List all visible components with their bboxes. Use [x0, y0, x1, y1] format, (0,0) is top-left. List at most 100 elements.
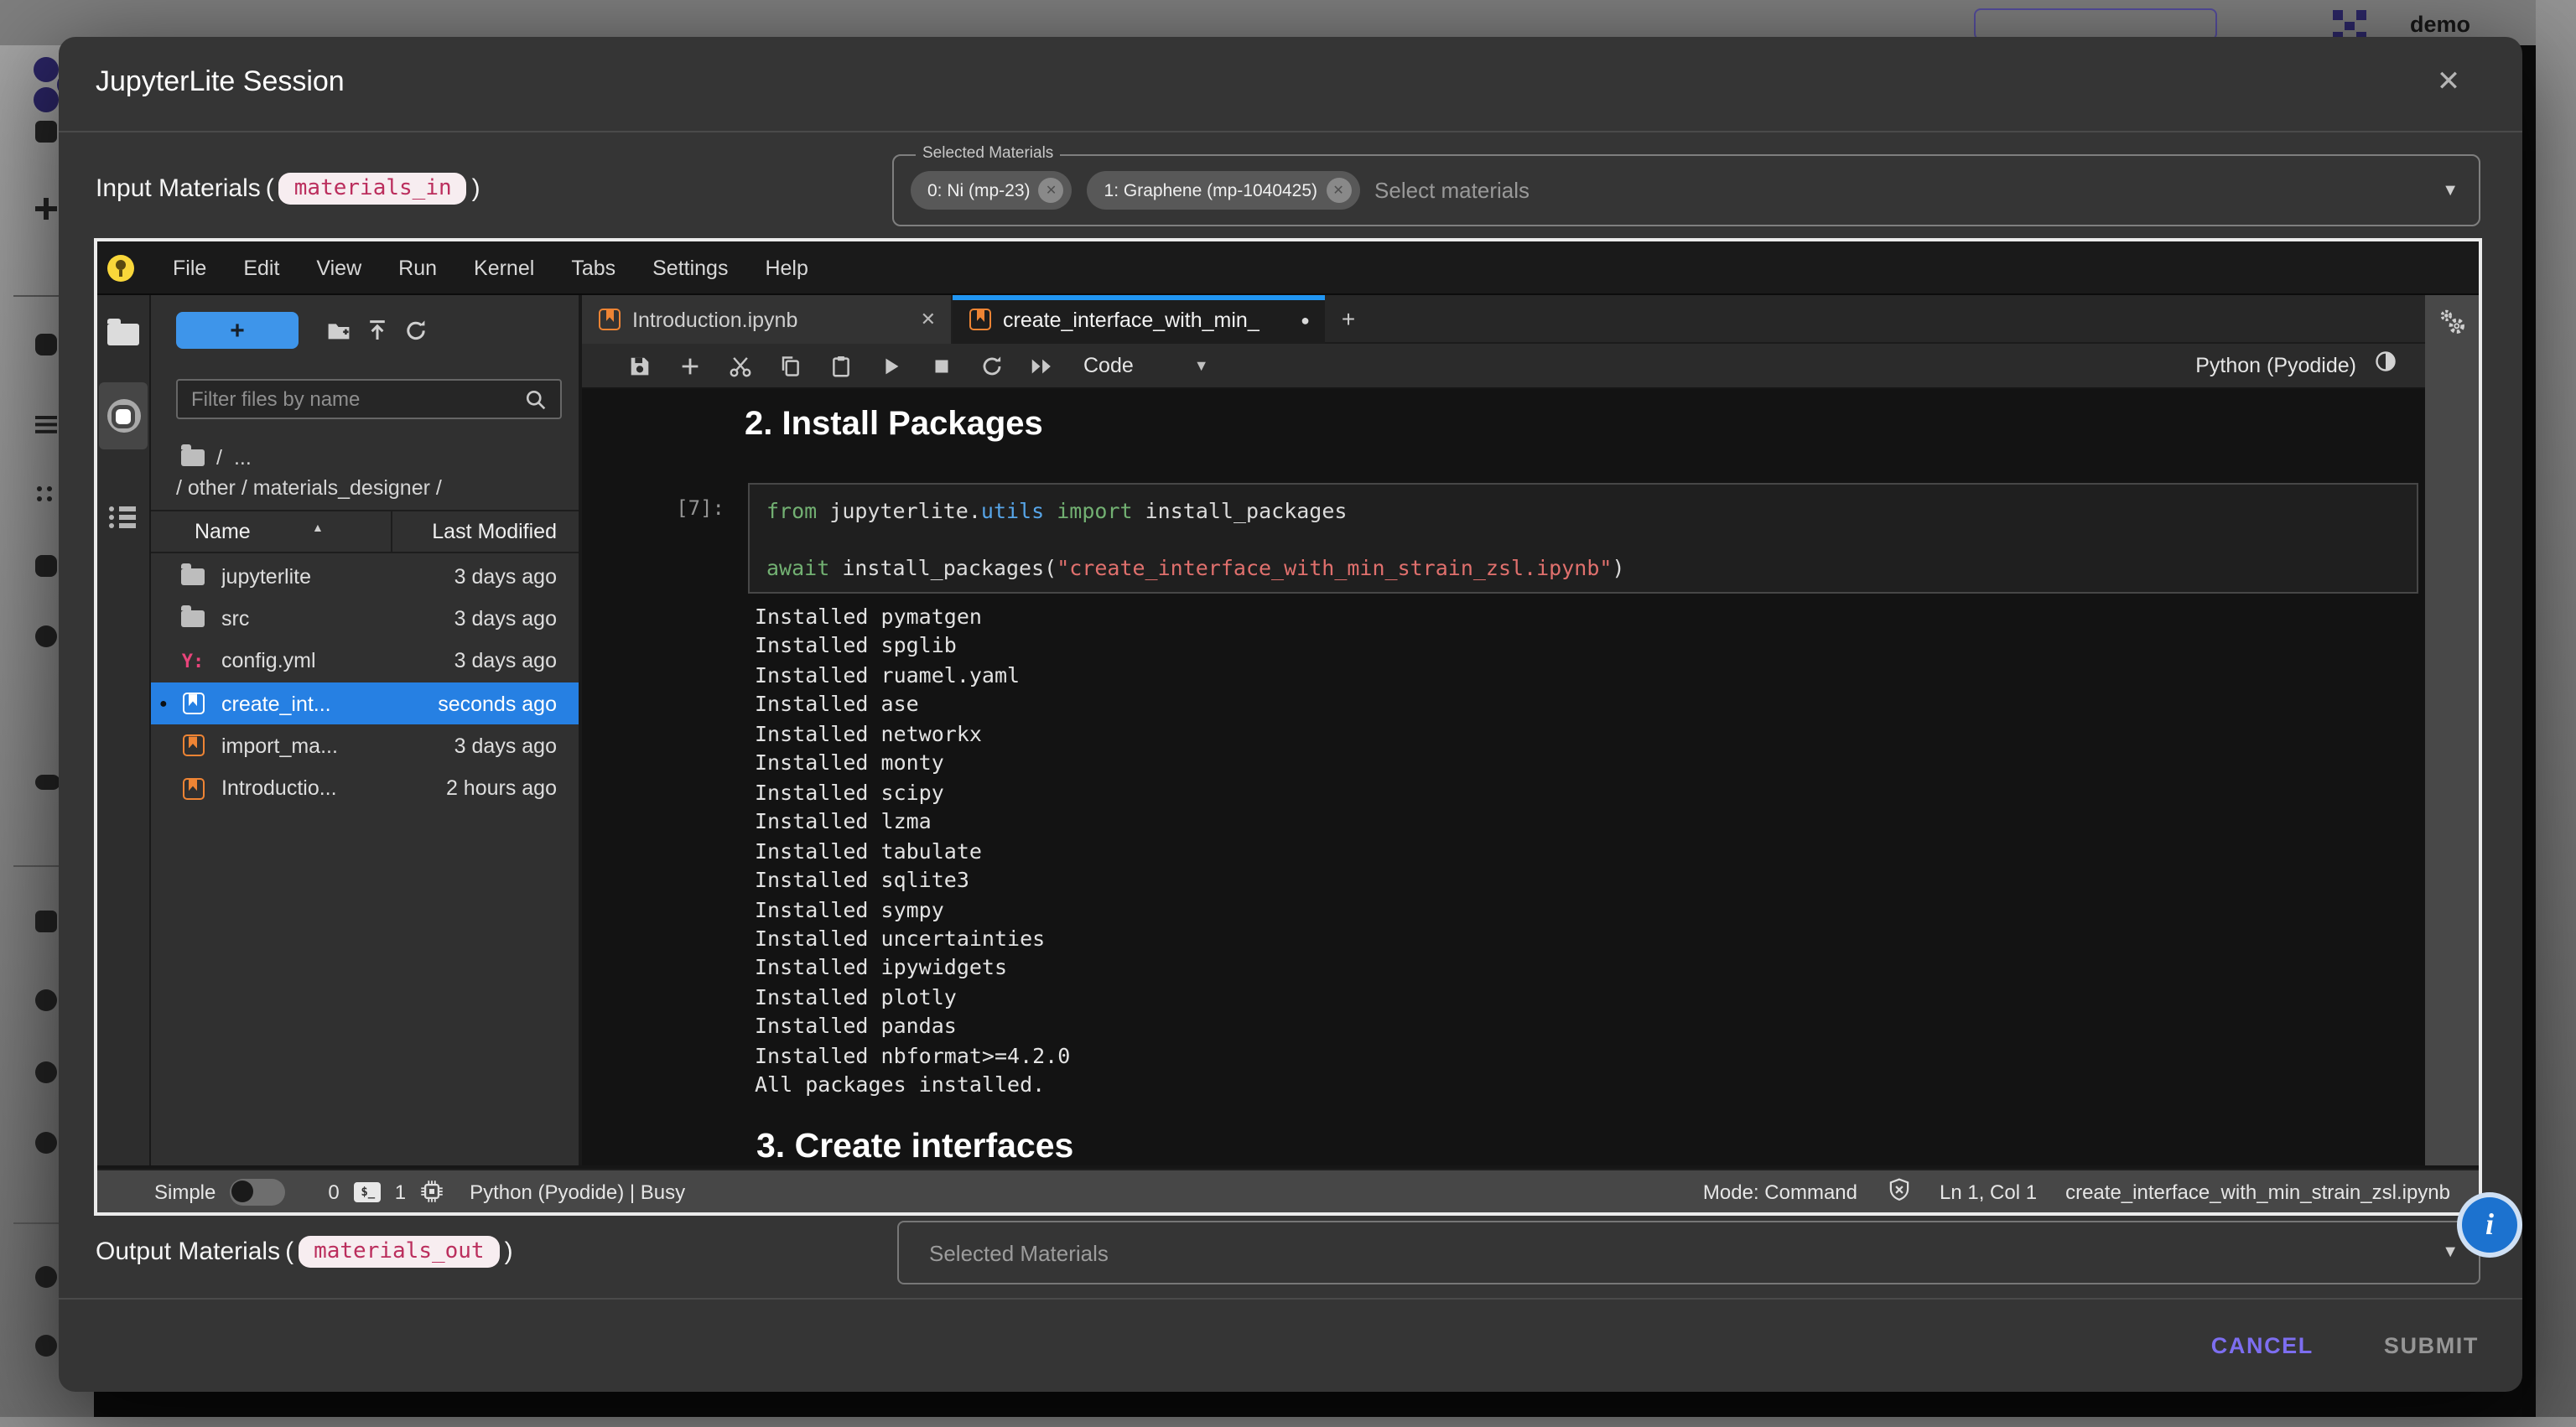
- insert-cell-icon[interactable]: [664, 344, 714, 387]
- output-materials-select[interactable]: Selected Materials ▼: [897, 1221, 2480, 1284]
- simple-mode-toggle[interactable]: [229, 1178, 284, 1205]
- file-browser-tab-icon[interactable]: [107, 324, 139, 345]
- file-row[interactable]: jupyterlite 3 days ago: [151, 555, 579, 598]
- input-materials-label: Input Materials: [96, 174, 261, 202]
- restart-run-all-icon[interactable]: [1016, 344, 1067, 387]
- code-cell[interactable]: from jupyterlite.utils import install_pa…: [748, 483, 2418, 594]
- column-last-modified[interactable]: Last Modified: [432, 520, 557, 543]
- chevron-down-icon[interactable]: ▼: [2442, 181, 2459, 200]
- running-kernels-tab[interactable]: [99, 382, 148, 449]
- notebook-content[interactable]: 2. Install Packages [7]: from jupyterlit…: [582, 389, 2425, 1165]
- property-inspector-rail: [2425, 295, 2479, 1165]
- chevron-down-icon[interactable]: ▼: [1194, 357, 1209, 374]
- cut-cells-icon[interactable]: [714, 344, 765, 387]
- sidebar-create-icon: [35, 198, 57, 220]
- selected-materials-input[interactable]: Selected Materials 0: Ni (mp-23) ✕ 1: Gr…: [892, 154, 2480, 226]
- sidebar-web-icon: [35, 1132, 57, 1154]
- tab-introduction[interactable]: Introduction.ipynb ✕: [582, 295, 953, 344]
- kernel-busy-icon: [2373, 349, 2398, 382]
- sort-asc-icon: ▲: [312, 523, 324, 535]
- sidebar-support-icon: [35, 1335, 57, 1357]
- menu-file[interactable]: File: [154, 256, 225, 279]
- yaml-file-icon: Y:: [182, 650, 205, 672]
- kernel-name[interactable]: Python (Pyodide): [2195, 354, 2356, 377]
- breadcrumb-path[interactable]: / other / materials_designer /: [176, 476, 442, 500]
- cancel-button[interactable]: CANCEL: [2211, 1332, 2314, 1357]
- gears-icon[interactable]: [2435, 305, 2470, 340]
- upload-icon[interactable]: [364, 317, 391, 344]
- section-heading: 3. Create interfaces: [756, 1127, 1073, 1165]
- run-cell-icon[interactable]: [865, 344, 916, 387]
- stop-kernel-icon[interactable]: [916, 344, 966, 387]
- output-select-placeholder: Selected Materials: [929, 1240, 1109, 1265]
- new-launcher-button[interactable]: +: [176, 312, 299, 349]
- code-cell-source: from jupyterlite.utils import install_pa…: [750, 485, 2417, 594]
- chevron-down-icon: ▼: [2442, 1243, 2459, 1262]
- file-list-header: Name ▲ Last Modified: [151, 510, 579, 553]
- submit-button[interactable]: SUBMIT: [2384, 1332, 2479, 1357]
- dialog-title: JupyterLite Session: [96, 65, 345, 99]
- kernels-count[interactable]: 1: [395, 1180, 406, 1203]
- menu-settings[interactable]: Settings: [634, 256, 746, 279]
- info-button[interactable]: i: [2462, 1197, 2517, 1253]
- jupyterlite-logo-icon: [107, 254, 134, 281]
- notebook-mode[interactable]: Mode: Command: [1703, 1180, 1857, 1203]
- filter-files-input[interactable]: [176, 379, 562, 419]
- chip-delete-icon[interactable]: ✕: [1326, 178, 1351, 203]
- new-tab-button[interactable]: +: [1325, 295, 1372, 344]
- select-materials-placeholder: Select materials: [1374, 178, 1530, 203]
- search-icon: [523, 387, 548, 412]
- sidebar-bank-icon: [35, 911, 57, 932]
- trust-shield-icon: [1886, 1176, 1911, 1206]
- close-tab-icon[interactable]: ✕: [921, 309, 936, 330]
- cursor-position[interactable]: Ln 1, Col 1: [1940, 1180, 2037, 1203]
- input-materials-row: Input Materials ( materials_in ): [96, 164, 480, 211]
- kernel-chip-icon: [419, 1179, 444, 1204]
- column-name[interactable]: Name: [195, 520, 251, 543]
- tab-create-interface[interactable]: create_interface_with_min_ ●: [953, 295, 1325, 344]
- jupyter-statusbar: Simple 0 $_ 1 Python (Pyodide) | Busy Mo…: [97, 1169, 2479, 1212]
- breadcrumb[interactable]: / ...: [181, 446, 252, 470]
- filter-files-field[interactable]: [178, 387, 523, 411]
- breadcrumb-ellipsis[interactable]: ...: [234, 446, 252, 470]
- notebook-file-icon: [182, 735, 204, 757]
- jupyter-activity-bar: [97, 295, 149, 1165]
- restart-kernel-icon[interactable]: [966, 344, 1016, 387]
- folder-icon: [181, 449, 205, 466]
- file-row[interactable]: src 3 days ago: [151, 598, 579, 641]
- paste-cells-icon[interactable]: [815, 344, 865, 387]
- terminals-count[interactable]: 0: [328, 1180, 339, 1203]
- notebook-file-icon: [182, 693, 204, 714]
- close-icon[interactable]: ✕: [2423, 57, 2474, 107]
- folder-icon: [181, 568, 205, 584]
- chip-delete-icon[interactable]: ✕: [1039, 178, 1064, 203]
- cell-prompt: [7]:: [615, 496, 724, 520]
- section-heading: 2. Install Packages: [745, 406, 1043, 444]
- cell-type-select[interactable]: Code: [1083, 354, 1134, 377]
- material-chip-graphene[interactable]: 1: Graphene (mp-1040425) ✕: [1088, 171, 1360, 210]
- refresh-icon[interactable]: [402, 317, 429, 344]
- menu-view[interactable]: View: [298, 256, 380, 279]
- file-row[interactable]: Y: config.yml 3 days ago: [151, 640, 579, 682]
- unsaved-dot-icon: ●: [1301, 311, 1310, 328]
- menu-edit[interactable]: Edit: [225, 256, 298, 279]
- simple-mode-label: Simple: [154, 1180, 216, 1203]
- menu-tabs[interactable]: Tabs: [553, 256, 634, 279]
- file-row[interactable]: Introductio... 2 hours ago: [151, 767, 579, 810]
- save-icon[interactable]: [614, 344, 664, 387]
- copy-cells-icon[interactable]: [765, 344, 815, 387]
- table-of-contents-tab-icon[interactable]: [109, 505, 138, 528]
- file-row[interactable]: import_ma... 3 days ago: [151, 724, 579, 767]
- menu-kernel[interactable]: Kernel: [455, 256, 553, 279]
- sidebar-materials-icon: [35, 334, 57, 355]
- material-chip-ni[interactable]: 0: Ni (mp-23) ✕: [911, 171, 1072, 210]
- file-row-selected[interactable]: ● create_int... seconds ago: [151, 682, 579, 725]
- menu-run[interactable]: Run: [380, 256, 455, 279]
- file-list: jupyterlite 3 days ago src 3 days ago Y:…: [151, 555, 579, 810]
- output-materials-label: Output Materials: [96, 1237, 280, 1265]
- output-materials-row: Output Materials ( materials_out ): [96, 1227, 513, 1274]
- new-folder-icon[interactable]: [325, 317, 352, 344]
- sidebar-apps-icon: [35, 485, 57, 506]
- host-footer: [0, 1417, 2576, 1427]
- menu-help[interactable]: Help: [746, 256, 826, 279]
